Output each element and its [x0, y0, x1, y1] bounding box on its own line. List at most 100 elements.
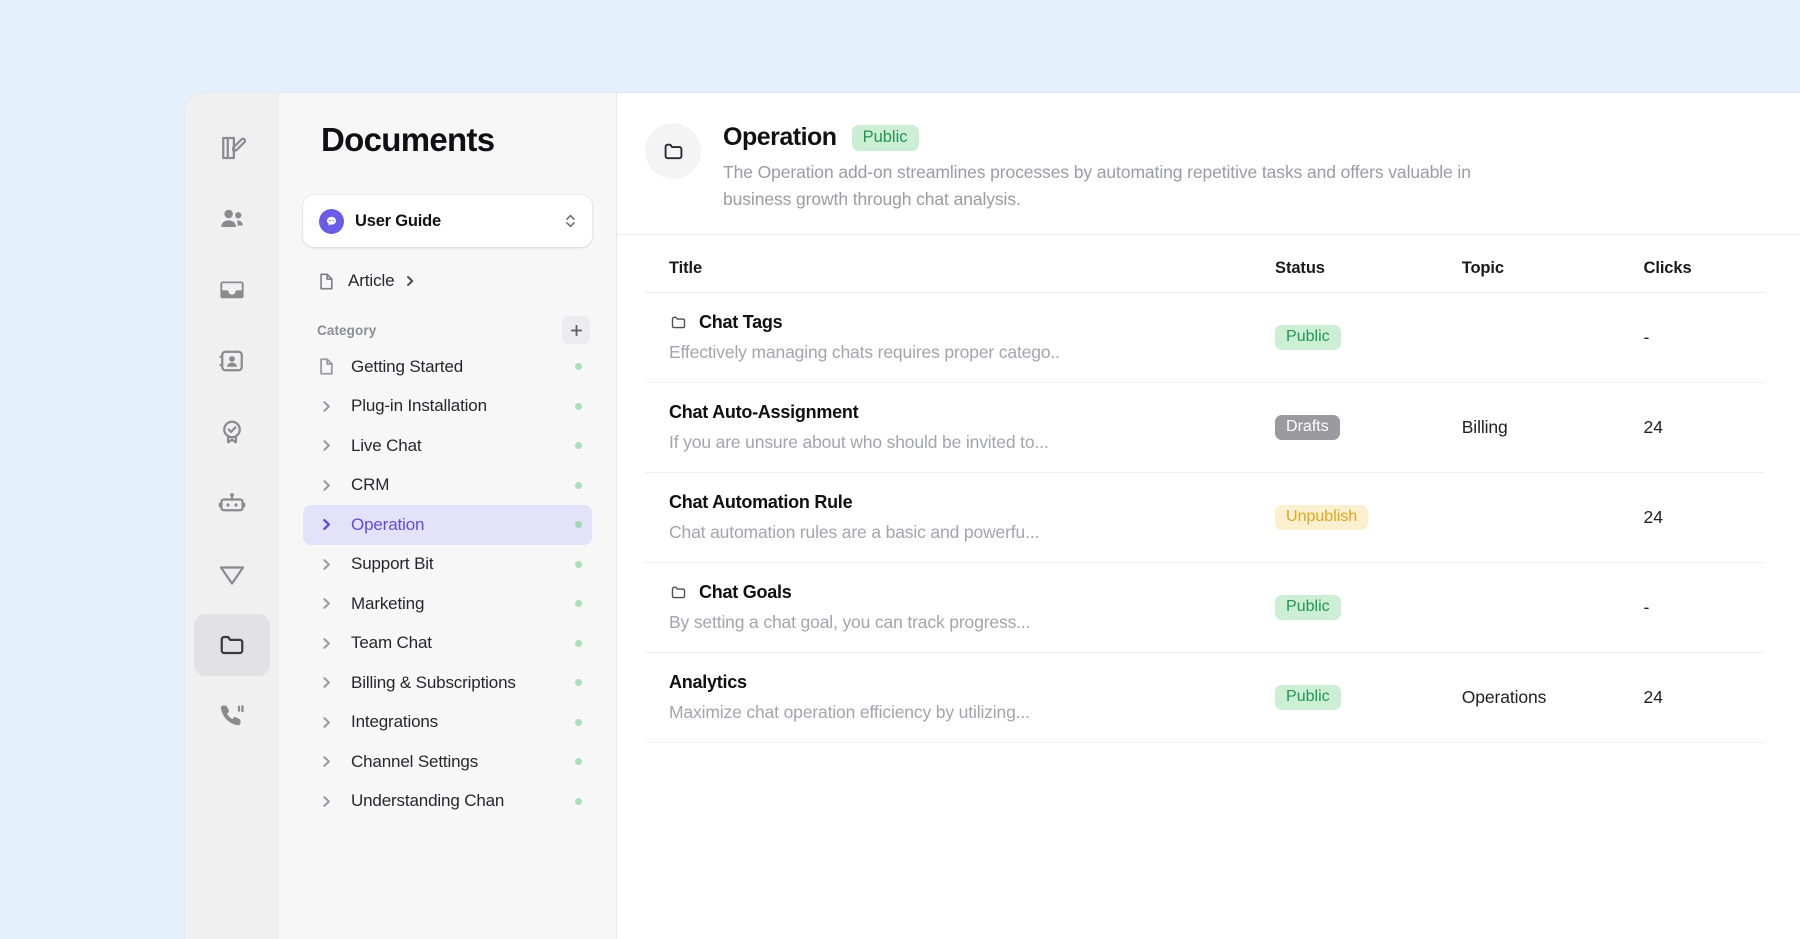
category-item-label: Integrations: [351, 712, 438, 732]
people-icon-button[interactable]: [194, 188, 270, 250]
category-item-label: Operation: [351, 515, 424, 535]
cell-title[interactable]: Chat GoalsBy setting a chat goal, you ca…: [645, 563, 1251, 653]
table-row[interactable]: AnalyticsMaximize chat operation efficie…: [645, 653, 1765, 743]
chevron-right-icon: [320, 716, 333, 729]
contact-card-icon: [217, 346, 247, 376]
category-item-team-chat[interactable]: Team Chat: [303, 624, 592, 664]
chevron-right-icon: [320, 439, 333, 452]
status-dot: [575, 640, 582, 647]
bot-icon-button[interactable]: [194, 472, 270, 534]
cell-clicks: -: [1620, 293, 1765, 383]
row-title: Chat Tags: [669, 312, 1251, 333]
documents-table-wrapper: Title Status Topic Clicks Chat Tags Effec…: [617, 235, 1800, 939]
column-header-status[interactable]: Status: [1251, 235, 1438, 293]
status-badge: Public: [1275, 325, 1341, 350]
cell-status[interactable]: Public: [1251, 293, 1438, 383]
cell-title[interactable]: Chat Auto-AssignmentIf you are unsure ab…: [645, 383, 1251, 473]
category-item-live-chat[interactable]: Live Chat: [303, 426, 592, 466]
category-item-support-bit[interactable]: Support Bit: [303, 545, 592, 585]
icon-rail: [185, 93, 279, 939]
chevron-right-icon: [320, 400, 333, 413]
category-item-label: CRM: [351, 475, 389, 495]
table-row[interactable]: Chat Auto-AssignmentIf you are unsure ab…: [645, 383, 1765, 473]
cell-title[interactable]: Chat Tags Effectively managing chats requ…: [645, 293, 1251, 383]
row-title-text: Chat Automation Rule: [669, 492, 852, 513]
column-header-title[interactable]: Title: [645, 235, 1251, 293]
cell-topic: Billing: [1438, 383, 1620, 473]
cell-status[interactable]: Public: [1251, 563, 1438, 653]
expand-chevron-slot[interactable]: [315, 676, 337, 689]
category-item-understanding-chan[interactable]: Understanding Chan: [303, 782, 592, 822]
category-item-channel-settings[interactable]: Channel Settings: [303, 742, 592, 782]
table-body: Chat Tags Effectively managing chats requ…: [645, 293, 1765, 743]
column-header-topic[interactable]: Topic: [1438, 235, 1620, 293]
chevron-right-icon: [320, 518, 333, 531]
category-header-label: Category: [317, 323, 376, 338]
category-item-operation[interactable]: Operation: [303, 505, 592, 545]
category-item-crm[interactable]: CRM: [303, 466, 592, 506]
status-badge: Public: [852, 125, 919, 151]
expand-chevron-slot[interactable]: [315, 597, 337, 610]
status-badge: Public: [1275, 685, 1341, 710]
table-row[interactable]: Chat GoalsBy setting a chat goal, you ca…: [645, 563, 1765, 653]
expand-chevron-slot[interactable]: [315, 518, 337, 531]
cell-title[interactable]: AnalyticsMaximize chat operation efficie…: [645, 653, 1251, 743]
row-title: Analytics: [669, 672, 1251, 693]
people-icon: [217, 204, 247, 234]
status-dot: [575, 798, 582, 805]
inbox-icon-button[interactable]: [194, 259, 270, 321]
status-dot: [575, 719, 582, 726]
column-header-clicks[interactable]: Clicks: [1620, 235, 1765, 293]
category-item-label: Plug-in Installation: [351, 396, 487, 416]
article-nav-label: Article: [348, 271, 395, 291]
row-title-text: Chat Goals: [699, 582, 792, 603]
add-category-button[interactable]: [562, 316, 590, 344]
expand-chevron-slot[interactable]: [315, 400, 337, 413]
category-item-integrations[interactable]: Integrations: [303, 703, 592, 743]
cell-title[interactable]: Chat Automation RuleChat automation rule…: [645, 473, 1251, 563]
status-dot: [575, 363, 582, 370]
cell-topic: [1438, 563, 1620, 653]
row-description: If you are unsure about who should be in…: [669, 432, 1251, 453]
expand-chevron-slot[interactable]: [315, 716, 337, 729]
note-edit-icon-button[interactable]: [194, 117, 270, 179]
contact-card-icon-button[interactable]: [194, 330, 270, 392]
category-item-label: Support Bit: [351, 554, 433, 574]
cell-status[interactable]: Unpublish: [1251, 473, 1438, 563]
expand-chevron-slot[interactable]: [315, 439, 337, 452]
category-item-billing-subscriptions[interactable]: Billing & Subscriptions: [303, 663, 592, 703]
category-item-plug-in-installation[interactable]: Plug-in Installation: [303, 387, 592, 427]
cell-status[interactable]: Public: [1251, 653, 1438, 743]
table-row[interactable]: Chat Automation RuleChat automation rule…: [645, 473, 1765, 563]
badge-check-icon-button[interactable]: [194, 401, 270, 463]
expand-chevron-slot[interactable]: [315, 795, 337, 808]
status-dot: [575, 482, 582, 489]
phone-call-icon: [217, 701, 247, 731]
table-row[interactable]: Chat Tags Effectively managing chats requ…: [645, 293, 1765, 383]
category-item-label: Understanding Chan: [351, 791, 504, 811]
folder-icon-button[interactable]: [194, 614, 270, 676]
chevron-right-icon: [404, 275, 416, 287]
guide-selector-label: User Guide: [355, 212, 563, 231]
guide-selector[interactable]: User Guide: [303, 195, 592, 247]
send-icon-button[interactable]: [194, 543, 270, 605]
phone-call-icon-button[interactable]: [194, 685, 270, 747]
expand-chevron-slot[interactable]: [315, 755, 337, 768]
expand-chevron-slot[interactable]: [315, 558, 337, 571]
row-title-text: Analytics: [669, 672, 747, 693]
cell-topic: [1438, 473, 1620, 563]
category-item-label: Live Chat: [351, 436, 421, 456]
badge-check-icon: [217, 417, 247, 447]
chevron-right-icon: [320, 637, 333, 650]
row-description: Effectively managing chats requires prop…: [669, 342, 1251, 363]
article-nav-item[interactable]: Article: [303, 261, 592, 301]
category-item-getting-started[interactable]: Getting Started: [303, 347, 592, 387]
cell-status[interactable]: Drafts: [1251, 383, 1438, 473]
expand-chevron-slot[interactable]: [315, 637, 337, 650]
category-item-marketing[interactable]: Marketing: [303, 584, 592, 624]
expand-chevron-slot[interactable]: [315, 479, 337, 492]
folder-icon: [217, 630, 247, 660]
status-dot: [575, 600, 582, 607]
page-title: Documents: [303, 93, 592, 159]
category-item-label: Getting Started: [351, 357, 463, 377]
